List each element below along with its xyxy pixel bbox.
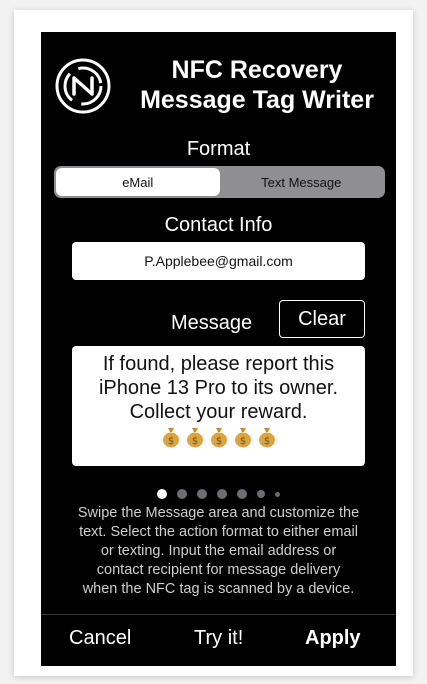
- money-bag-icon: $: [210, 428, 227, 448]
- cancel-button[interactable]: Cancel: [69, 627, 131, 650]
- money-bag-icon: $: [186, 428, 203, 448]
- app-title-line-1: NFC Recovery: [171, 56, 343, 84]
- page-dot[interactable]: [257, 490, 265, 498]
- segment-text-message[interactable]: Text Message: [220, 168, 384, 196]
- help-line-4: contact recipient for message delivery: [96, 562, 341, 578]
- svg-text:$: $: [167, 436, 173, 447]
- nfc-logo-icon: [55, 58, 111, 114]
- help-line-3: or texting. Input the email address or: [100, 543, 337, 559]
- page-indicator[interactable]: [41, 488, 396, 500]
- reward-emoji-row: $ $ $ $ $: [78, 426, 359, 448]
- money-bag-icon: $: [234, 428, 251, 448]
- page-dot[interactable]: [157, 489, 167, 499]
- money-bag-icon: $: [162, 428, 179, 448]
- clear-button[interactable]: Clear: [279, 300, 365, 338]
- svg-text:$: $: [263, 436, 269, 447]
- help-text: Swipe the Message area and customize the…: [41, 504, 396, 599]
- message-line-2: iPhone 13 Pro to its owner.: [98, 377, 339, 399]
- money-bag-icon: $: [258, 428, 275, 448]
- svg-text:$: $: [191, 436, 197, 447]
- format-label: Format: [186, 138, 251, 160]
- page-dot[interactable]: [275, 491, 280, 497]
- svg-text:$: $: [239, 436, 245, 447]
- help-line-2: text. Select the action format to either…: [79, 524, 358, 540]
- message-text-area[interactable]: If found, please report this iPhone 13 P…: [72, 346, 365, 466]
- app-screen: NFC Recovery Message Tag Writer Format e…: [41, 32, 396, 666]
- page-dot[interactable]: [217, 489, 227, 499]
- help-line-5: when the NFC tag is scanned by a device.: [82, 581, 355, 597]
- bottom-toolbar: Cancel Try it! Apply: [41, 615, 396, 666]
- segment-email[interactable]: eMail: [56, 168, 220, 196]
- format-segmented-control: eMail Text Message: [54, 166, 385, 198]
- contact-info-field[interactable]: P.Applebee@gmail.com: [72, 242, 365, 280]
- page-dot[interactable]: [237, 489, 247, 499]
- page-dot[interactable]: [197, 489, 207, 499]
- apply-button[interactable]: Apply: [305, 627, 361, 650]
- svg-text:$: $: [215, 436, 221, 447]
- contact-info-label: Contact Info: [164, 214, 273, 236]
- page-dot[interactable]: [177, 489, 187, 499]
- message-line-3: Collect your reward.: [129, 401, 308, 423]
- help-line-1: Swipe the Message area and customize the: [77, 505, 360, 521]
- app-title-line-2: Message Tag Writer: [140, 86, 374, 114]
- try-it-button[interactable]: Try it!: [194, 627, 243, 650]
- message-line-1: If found, please report this: [102, 353, 335, 375]
- app-header: NFC Recovery Message Tag Writer: [41, 46, 396, 136]
- message-label: Message: [171, 312, 253, 334]
